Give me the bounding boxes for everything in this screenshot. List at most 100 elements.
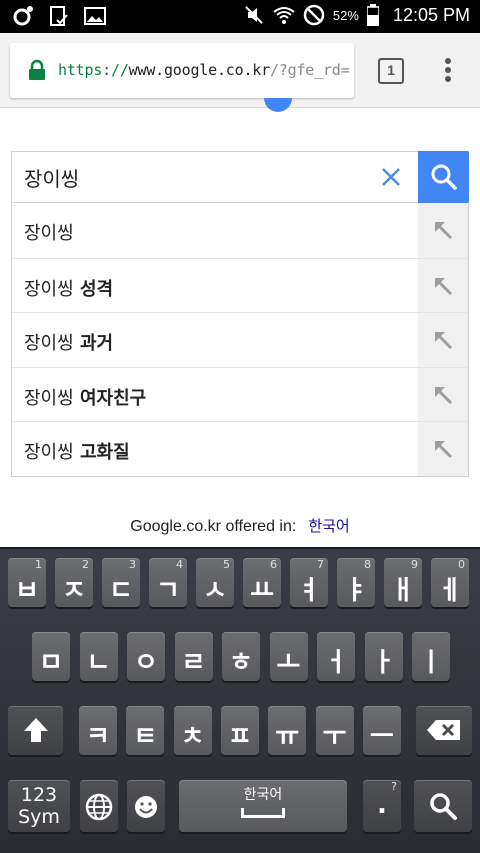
do-not-disturb-icon (303, 4, 325, 26)
key-row2-2[interactable]: ㄴ (79, 632, 118, 681)
key-label: ㄷ (109, 576, 133, 606)
key-label: Sym (18, 806, 60, 828)
key-3[interactable]: ㄷ3 (102, 558, 140, 607)
key-label: ㅛ (250, 576, 274, 606)
image-icon (84, 7, 106, 25)
language-offer: Google.co.kr offered in: 한국어 (0, 515, 480, 536)
key-row3-6[interactable]: ㅜ (315, 706, 354, 755)
suggestion-prefix: 장이씽 (24, 442, 74, 464)
clock: 12:05 PM (392, 4, 470, 25)
key-row3-5[interactable]: ㅠ (268, 706, 307, 755)
arrow-up-left-icon (434, 441, 453, 459)
key-row3-1[interactable]: ㅋ (79, 706, 117, 755)
suggestion-item[interactable]: 장이씽 성격 (12, 257, 468, 313)
status-bar: 52% 12:05 PM (0, 0, 480, 33)
key-row2-8[interactable]: ㅏ (364, 632, 403, 681)
arrow-up-left-icon (434, 386, 453, 404)
clipboard-check-icon (50, 6, 68, 26)
key-7[interactable]: ㅕ7 (290, 558, 328, 607)
url-scheme: https:// (58, 61, 129, 79)
key-number-hint: 5 (223, 558, 230, 571)
key-label: ㄹ (181, 648, 206, 678)
suggestion-item[interactable]: 장이씽 과거 (12, 312, 468, 367)
key-row3-3[interactable]: ㅊ (173, 706, 212, 755)
key-row2-5[interactable]: ㅎ (222, 632, 260, 681)
key-label: ㄴ (86, 648, 111, 678)
key-row2-3[interactable]: ㅇ (127, 632, 165, 681)
key-8[interactable]: ㅑ8 (337, 558, 375, 607)
key-number-hint: 8 (364, 558, 371, 571)
url-domain: www.google.co.kr (128, 61, 270, 79)
fill-query-button[interactable] (418, 313, 468, 367)
key-label: . (377, 790, 387, 820)
symbols-key[interactable]: 123 Sym (8, 780, 70, 832)
clear-icon[interactable] (378, 164, 404, 190)
fill-query-button[interactable] (418, 258, 468, 313)
browser-toolbar: https://www.google.co.kr/?gfe_rd= 1 (0, 33, 480, 108)
arrow-up-left-icon (434, 332, 453, 350)
tab-switcher-button[interactable]: 1 (378, 58, 404, 84)
key-number-hint: 0 (458, 558, 465, 571)
search-icon (430, 793, 457, 820)
google-logo-fragment (264, 98, 292, 112)
key-5[interactable]: ㅅ5 (196, 558, 234, 607)
key-number-hint: 3 (129, 558, 136, 571)
key-number-hint: 1 (35, 558, 42, 571)
overflow-menu-icon[interactable] (438, 55, 458, 87)
space-key[interactable]: 한국어 (179, 780, 347, 832)
key-label: ㅡ (369, 722, 394, 752)
language-link[interactable]: 한국어 (308, 517, 349, 535)
fill-query-button[interactable] (418, 367, 468, 422)
language-key[interactable] (80, 780, 118, 832)
suggestion-item[interactable]: 장이씽 (12, 203, 468, 258)
offered-text: Google.co.kr offered in: (130, 518, 297, 535)
arrow-up-left-icon (434, 277, 453, 295)
key-number-hint: 2 (82, 558, 89, 571)
key-label: ㅑ (344, 576, 368, 606)
key-label: ㅓ (324, 648, 348, 678)
key-6[interactable]: ㅛ6 (243, 558, 281, 607)
notification-app-icon (13, 6, 33, 26)
suggestion-item[interactable]: 장이씽 여자친구 (12, 366, 468, 422)
backspace-key[interactable] (416, 706, 472, 755)
suggestion-suffix: 과거 (73, 333, 114, 355)
search-input[interactable] (24, 162, 364, 192)
key-label: ㅣ (419, 648, 443, 678)
search-box (11, 151, 469, 203)
key-row3-4[interactable]: ㅍ (220, 706, 259, 755)
key-row2-1[interactable]: ㅁ (32, 632, 70, 681)
key-4[interactable]: ㄱ4 (149, 558, 187, 607)
suggestion-item[interactable]: 장이씽 고화질 (12, 421, 468, 476)
key-9[interactable]: ㅐ9 (384, 558, 422, 607)
shift-key[interactable] (8, 706, 63, 755)
arrow-up-left-icon (434, 221, 453, 240)
fill-query-button[interactable] (418, 203, 468, 258)
emoji-key[interactable] (127, 780, 165, 832)
key-row3-7[interactable]: ㅡ (362, 706, 401, 755)
key-symbol-hint: ? (391, 780, 397, 793)
key-label: ㅈ (62, 576, 86, 606)
key-row2-9[interactable]: ㅣ (412, 632, 450, 681)
key-number-hint: 6 (270, 558, 277, 571)
suggestion-list: 장이씽 장이씽 성격 장이씽 과거 장이씽 여자친구 장이씽 고화질 (11, 203, 469, 477)
search-key[interactable] (414, 780, 472, 832)
address-bar[interactable]: https://www.google.co.kr/?gfe_rd= (10, 43, 354, 98)
key-2[interactable]: ㅈ2 (55, 558, 93, 607)
key-10[interactable]: ㅔ0 (431, 558, 469, 607)
emoji-icon (135, 796, 157, 818)
key-label: ㅕ (297, 576, 321, 606)
period-key[interactable]: .? (363, 780, 401, 832)
search-button[interactable] (418, 151, 469, 203)
key-label: ㅎ (229, 648, 253, 678)
search-icon (431, 164, 457, 190)
key-row2-6[interactable]: ㅗ (269, 632, 308, 681)
fill-query-button[interactable] (418, 422, 468, 476)
key-1[interactable]: ㅂ1 (8, 558, 46, 607)
key-row2-7[interactable]: ㅓ (317, 632, 355, 681)
key-row3-2[interactable]: ㅌ (126, 706, 165, 755)
key-label: ㅠ (275, 722, 300, 752)
key-label: ㅇ (134, 648, 158, 678)
suggestion-prefix: 장이씽 (24, 387, 74, 409)
key-row2-4[interactable]: ㄹ (174, 632, 213, 681)
key-label: ㅐ (391, 576, 415, 606)
